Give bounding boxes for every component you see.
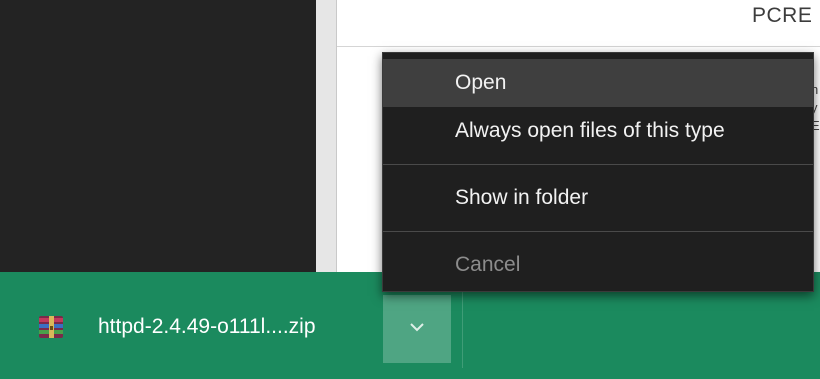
panel-divider xyxy=(316,0,336,272)
menu-item-open[interactable]: Open xyxy=(383,59,813,107)
menu-separator xyxy=(383,164,813,165)
page-heading-fragment: PCRE xyxy=(752,4,813,27)
menu-separator xyxy=(383,231,813,232)
browser-window: PCRE h y E httpd-2.4.49-o111l....zip Ope… xyxy=(0,0,820,379)
archive-icon xyxy=(34,310,68,344)
download-context-menu: Open Always open files of this type Show… xyxy=(382,52,814,292)
download-file-name[interactable]: httpd-2.4.49-o111l....zip xyxy=(98,315,316,339)
download-options-button[interactable] xyxy=(383,295,451,363)
download-item[interactable]: httpd-2.4.49-o111l....zip xyxy=(34,302,316,352)
download-bar-separator xyxy=(462,288,463,368)
menu-item-cancel: Cancel xyxy=(455,253,521,276)
menu-item-show-in-folder[interactable]: Show in folder xyxy=(383,174,813,222)
page-horizontal-rule xyxy=(337,46,820,47)
chevron-down-icon xyxy=(408,320,426,338)
menu-item-always-open[interactable]: Always open files of this type xyxy=(383,107,813,155)
dark-sidebar-panel xyxy=(0,0,316,272)
